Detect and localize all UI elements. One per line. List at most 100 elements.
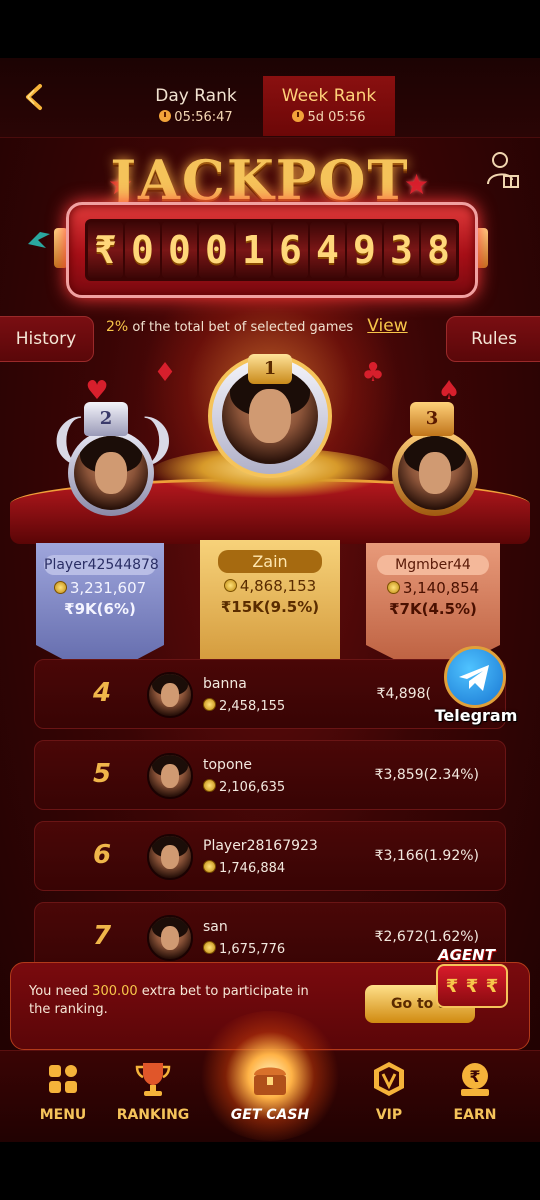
player-reward: ₹3,859(2.34%) — [374, 767, 479, 783]
avatar — [147, 672, 193, 718]
player-name: Zain — [218, 550, 322, 573]
jackpot-digit: 4 — [310, 222, 345, 278]
telegram-label: Telegram — [434, 706, 518, 725]
avatar — [147, 834, 193, 880]
nav-label: MENU — [39, 1107, 87, 1123]
player-reward: ₹2,672(1.62%) — [374, 929, 479, 945]
agent-reel: ₹ ₹ ₹ — [436, 964, 508, 1008]
player-reward: ₹9K(6%) — [64, 600, 136, 618]
rules-button[interactable]: Rules — [446, 316, 540, 362]
bird-logo-icon — [28, 232, 50, 248]
player-name: san — [203, 919, 228, 935]
week-countdown: 5d 05:56 — [307, 110, 366, 125]
rupee-symbol: ₹ — [465, 975, 479, 997]
telegram-button[interactable]: Telegram — [426, 646, 526, 726]
nav-vip[interactable]: VIP — [344, 1059, 434, 1123]
ranking-row[interactable]: 6 Player28167923 1,746,884 ₹3,166(1.92%) — [34, 821, 506, 891]
jackpot-info-text: of the total bet of selected games — [132, 320, 354, 335]
rank-number: 5 — [93, 759, 112, 789]
player-score: 2,458,155 — [219, 699, 286, 714]
player-score: 3,140,854 — [402, 579, 480, 597]
bottom-nav: MENU RANKING GET CASH VIP ₹ EARN — [0, 1011, 540, 1142]
tab-week-rank[interactable]: Week Rank 5d 05:56 — [263, 76, 395, 136]
back-arrow-icon[interactable] — [18, 80, 52, 114]
rupee-bag-icon: ₹ — [461, 1063, 489, 1096]
jackpot-digit: 0 — [162, 222, 197, 278]
player-score: 3,231,607 — [69, 579, 147, 597]
view-link[interactable]: View — [367, 316, 407, 336]
avatar[interactable] — [398, 436, 472, 510]
prompt-text-before: You need — [29, 984, 93, 999]
vip-badge-icon — [374, 1062, 404, 1096]
telegram-icon — [444, 646, 506, 708]
player-name: Player28167923 — [203, 838, 318, 854]
trophy-icon — [135, 1063, 171, 1096]
player-name: Mgmber44 — [377, 555, 489, 575]
svg-text:₹: ₹ — [469, 1067, 480, 1086]
coin-icon — [203, 698, 216, 711]
day-countdown: 05:56:47 — [174, 110, 233, 125]
player-score: 4,868,153 — [239, 577, 317, 595]
player-name: topone — [203, 757, 252, 773]
coin-icon — [203, 860, 216, 873]
nav-label: VIP — [375, 1107, 403, 1123]
crown-rank-2: 2 — [84, 402, 128, 436]
history-button[interactable]: History — [0, 316, 94, 362]
tab-day-rank-label: Day Rank — [155, 86, 237, 106]
prompt-amount: 300.00 — [92, 984, 138, 999]
heart-icon: ♥ — [85, 376, 109, 406]
jackpot-digit: 1 — [236, 222, 271, 278]
jackpot-currency: ₹ — [88, 222, 123, 278]
player-reward: ₹15K(9.5%) — [220, 598, 320, 616]
player-name: Player42544878 — [44, 555, 159, 575]
system-nav-area — [0, 1142, 540, 1200]
player-reward: ₹3,166(1.92%) — [374, 848, 479, 864]
player-reward: ₹4,898( — [376, 686, 431, 702]
player-score: 1,746,884 — [219, 861, 286, 876]
club-icon: ♣ — [361, 358, 385, 388]
nav-get-cash[interactable]: GET CASH — [225, 1059, 315, 1123]
coin-icon — [223, 579, 237, 592]
crown-rank-3: 3 — [410, 402, 454, 436]
treasure-chest-icon — [254, 1067, 286, 1095]
coin-icon — [386, 581, 400, 594]
avatar[interactable] — [74, 436, 148, 510]
jackpot-percent: 2% — [106, 319, 129, 335]
nav-label: RANKING — [116, 1107, 190, 1123]
jackpot-digit: 0 — [125, 222, 160, 278]
tab-day-rank[interactable]: Day Rank 05:56:47 — [130, 76, 262, 136]
player-score: 2,106,635 — [219, 780, 286, 795]
agent-button[interactable]: AGENT ₹ ₹ ₹ — [432, 946, 514, 1012]
tab-week-rank-label: Week Rank — [281, 86, 377, 106]
crown-rank-1: 1 — [248, 354, 292, 384]
spade-icon: ♠ — [437, 376, 461, 406]
user-gift-icon[interactable] — [486, 150, 520, 190]
rank-number: 7 — [93, 921, 112, 951]
avatar — [147, 915, 193, 961]
coin-icon — [203, 941, 216, 954]
jackpot-digit: 9 — [347, 222, 382, 278]
clock-icon — [292, 110, 305, 122]
jackpot-digit: 6 — [273, 222, 308, 278]
rupee-symbol: ₹ — [485, 975, 499, 997]
rupee-symbol: ₹ — [445, 975, 459, 997]
avatar — [147, 753, 193, 799]
diamond-icon: ♦ — [153, 358, 177, 388]
rank-number: 6 — [93, 840, 112, 870]
agent-label: AGENT — [438, 946, 495, 964]
nav-ranking[interactable]: RANKING — [108, 1059, 198, 1123]
jackpot-digit: 0 — [199, 222, 234, 278]
ranking-row[interactable]: 5 topone 2,106,635 ₹3,859(2.34%) — [34, 740, 506, 810]
clock-icon — [159, 110, 172, 122]
rank-screen: Day Rank 05:56:47 Week Rank 5d 05:56 ★ ★… — [0, 58, 540, 1142]
menu-grid-icon — [49, 1065, 77, 1093]
nav-label: GET CASH — [230, 1107, 310, 1123]
coin-icon — [53, 581, 67, 594]
status-bar-area — [0, 0, 540, 58]
player-reward: ₹7K(4.5%) — [389, 600, 477, 618]
nav-menu[interactable]: MENU — [18, 1059, 108, 1123]
nav-earn[interactable]: ₹ EARN — [430, 1059, 520, 1123]
player-name: banna — [203, 676, 247, 692]
player-score: 1,675,776 — [219, 942, 286, 957]
jackpot-info: 2% of the total bet of selected games Vi… — [106, 316, 442, 340]
